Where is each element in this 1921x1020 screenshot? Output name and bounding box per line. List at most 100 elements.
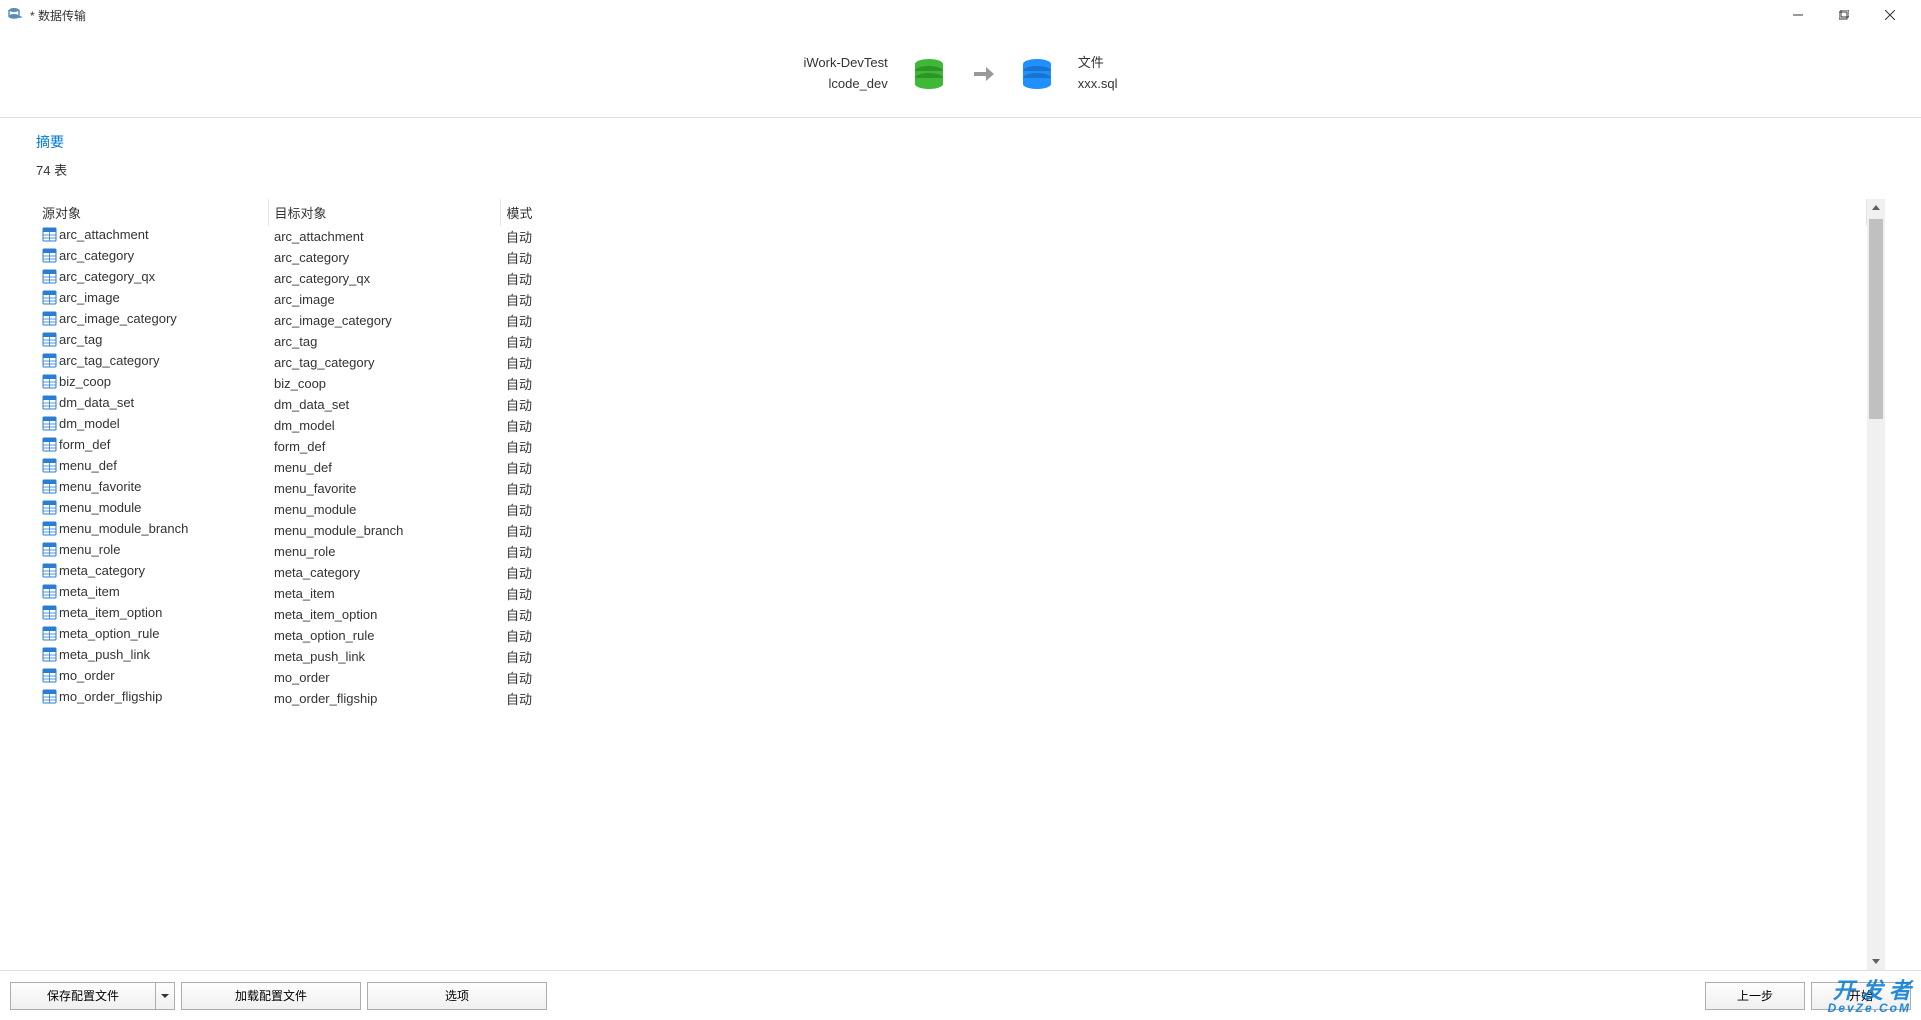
cell-mode: 自动 [500, 562, 1867, 583]
cell-source: arc_tag [36, 331, 268, 348]
cell-mode: 自动 [500, 457, 1867, 478]
table-row[interactable]: arc_categoryarc_category自动 [36, 247, 1867, 268]
cell-source: menu_def [36, 457, 268, 474]
table-row[interactable]: meta_option_rulemeta_option_rule自动 [36, 625, 1867, 646]
cell-mode: 自动 [500, 331, 1867, 352]
cell-mode: 自动 [500, 583, 1867, 604]
table-row[interactable]: menu_favoritemenu_favorite自动 [36, 478, 1867, 499]
cell-mode: 自动 [500, 310, 1867, 331]
cell-mode: 自动 [500, 373, 1867, 394]
app-icon [8, 7, 24, 23]
cell-mode: 自动 [500, 688, 1867, 709]
table-row[interactable]: arc_imagearc_image自动 [36, 289, 1867, 310]
cell-source: arc_image [36, 289, 268, 306]
col-target[interactable]: 目标对象 [268, 199, 500, 226]
cell-target: meta_push_link [268, 646, 500, 667]
cell-source: menu_favorite [36, 478, 268, 495]
scroll-down-icon[interactable] [1867, 952, 1885, 970]
table-icon [42, 563, 57, 578]
save-profile-button[interactable]: 保存配置文件 [10, 982, 155, 1010]
table-icon [42, 626, 57, 641]
table-row[interactable]: dm_data_setdm_data_set自动 [36, 394, 1867, 415]
load-profile-button[interactable]: 加载配置文件 [181, 982, 361, 1010]
cell-target: menu_def [268, 457, 500, 478]
cell-target: arc_attachment [268, 226, 500, 247]
summary-heading: 摘要 [36, 132, 1885, 152]
table-icon [42, 395, 57, 410]
cell-source: meta_item [36, 583, 268, 600]
table-row[interactable]: menu_modulemenu_module自动 [36, 499, 1867, 520]
close-button[interactable] [1867, 0, 1913, 30]
cell-target: arc_category [268, 247, 500, 268]
vertical-scrollbar[interactable] [1867, 199, 1885, 970]
cell-target: menu_module [268, 499, 500, 520]
table-row[interactable]: meta_push_linkmeta_push_link自动 [36, 646, 1867, 667]
start-button[interactable]: 开始 [1811, 982, 1911, 1010]
cell-source: meta_item_option [36, 604, 268, 621]
cell-source: meta_push_link [36, 646, 268, 663]
cell-mode: 自动 [500, 436, 1867, 457]
table-row[interactable]: arc_tagarc_tag自动 [36, 331, 1867, 352]
table-icon [42, 500, 57, 515]
cell-mode: 自动 [500, 478, 1867, 499]
table-row[interactable]: menu_defmenu_def自动 [36, 457, 1867, 478]
table-icon [42, 605, 57, 620]
cell-target: meta_item_option [268, 604, 500, 625]
table-icon [42, 647, 57, 662]
table-row[interactable]: arc_attachmentarc_attachment自动 [36, 226, 1867, 247]
table-row[interactable]: menu_rolemenu_role自动 [36, 541, 1867, 562]
cell-source: dm_data_set [36, 394, 268, 411]
table-row[interactable]: arc_image_categoryarc_image_category自动 [36, 310, 1867, 331]
table-row[interactable]: dm_modeldm_model自动 [36, 415, 1867, 436]
maximize-button[interactable] [1821, 0, 1867, 30]
database-target-icon [1020, 57, 1054, 91]
summary-count: 74 表 [36, 160, 1885, 179]
prev-button[interactable]: 上一步 [1705, 982, 1805, 1010]
table-row[interactable]: arc_tag_categoryarc_tag_category自动 [36, 352, 1867, 373]
scroll-thumb[interactable] [1869, 219, 1883, 419]
cell-target: meta_option_rule [268, 625, 500, 646]
table-row[interactable]: mo_ordermo_order自动 [36, 667, 1867, 688]
table-icon [42, 248, 57, 263]
table-row[interactable]: meta_item_optionmeta_item_option自动 [36, 604, 1867, 625]
cell-target: biz_coop [268, 373, 500, 394]
cell-target: arc_image_category [268, 310, 500, 331]
source-database: lcode_dev [803, 74, 887, 95]
scroll-up-icon[interactable] [1867, 199, 1885, 217]
col-source[interactable]: 源对象 [36, 199, 268, 226]
table-icon [42, 479, 57, 494]
cell-mode: 自动 [500, 352, 1867, 373]
table-icon [42, 374, 57, 389]
table-row[interactable]: mo_order_fligshipmo_order_fligship自动 [36, 688, 1867, 709]
cell-mode: 自动 [500, 268, 1867, 289]
table-icon [42, 689, 57, 704]
cell-target: arc_image [268, 289, 500, 310]
cell-source: biz_coop [36, 373, 268, 390]
target-file: xxx.sql [1078, 74, 1118, 95]
table-icon [42, 584, 57, 599]
table-icon [42, 416, 57, 431]
table-icon [42, 227, 57, 242]
arrow-right-icon [970, 61, 996, 87]
cell-source: meta_option_rule [36, 625, 268, 642]
cell-source: meta_category [36, 562, 268, 579]
footer-toolbar: 保存配置文件 加载配置文件 选项 上一步 开始 [0, 970, 1921, 1020]
table-row[interactable]: form_defform_def自动 [36, 436, 1867, 457]
save-profile-dropdown[interactable] [155, 982, 175, 1010]
table-row[interactable]: menu_module_branchmenu_module_branch自动 [36, 520, 1867, 541]
cell-source: form_def [36, 436, 268, 453]
source-info: iWork-DevTest lcode_dev [803, 53, 887, 95]
cell-target: meta_item [268, 583, 500, 604]
options-button[interactable]: 选项 [367, 982, 547, 1010]
col-mode[interactable]: 模式 [500, 199, 1867, 226]
cell-target: form_def [268, 436, 500, 457]
table-row[interactable]: arc_category_qxarc_category_qx自动 [36, 268, 1867, 289]
table-icon [42, 311, 57, 326]
table-row[interactable]: meta_itemmeta_item自动 [36, 583, 1867, 604]
cell-mode: 自动 [500, 667, 1867, 688]
table-row[interactable]: meta_categorymeta_category自动 [36, 562, 1867, 583]
table-icon [42, 332, 57, 347]
minimize-button[interactable] [1775, 0, 1821, 30]
cell-source: arc_category_qx [36, 268, 268, 285]
table-row[interactable]: biz_coopbiz_coop自动 [36, 373, 1867, 394]
